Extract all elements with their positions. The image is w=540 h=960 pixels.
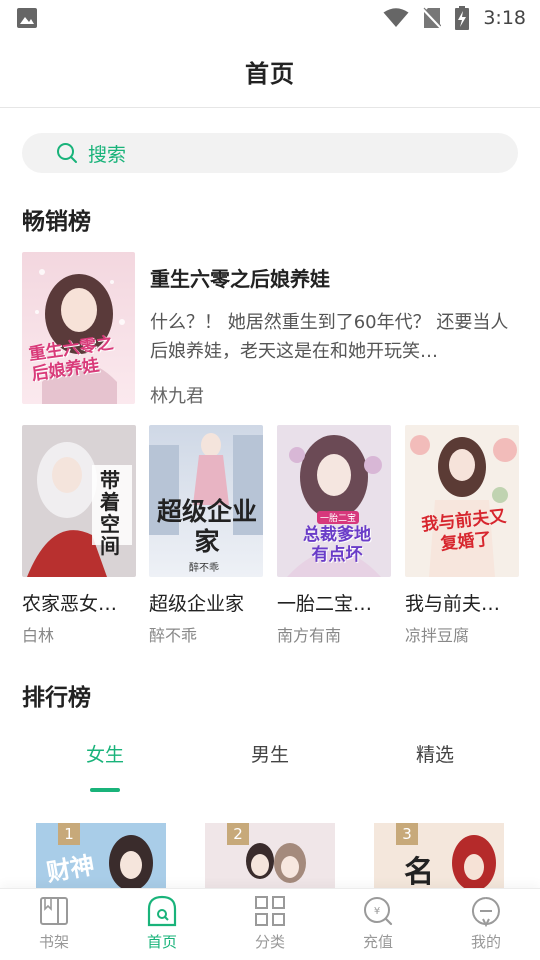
rank-badge: 2 [227, 823, 249, 845]
rank-item[interactable]: 2 [205, 823, 335, 893]
book-name[interactable]: 我与前夫… [405, 589, 523, 616]
status-time: 3:18 [483, 7, 526, 29]
featured-book-author: 林九君 [150, 386, 204, 407]
book-cover-author: 醉不乖 [189, 563, 219, 574]
recharge-icon: ¥ [364, 897, 393, 926]
search-bar[interactable]: 搜索 [22, 133, 518, 173]
no-sim-icon [423, 7, 442, 29]
tab-male[interactable]: 男生 [251, 740, 289, 767]
bestseller-title: 畅销榜 [22, 209, 91, 235]
page-title: 首页 [245, 60, 295, 88]
rank-badge: 3 [396, 823, 418, 845]
book-cover-title: 超级企业家 [157, 497, 258, 556]
profile-icon [471, 897, 500, 927]
book-name[interactable]: 农家恶女… [22, 589, 140, 616]
book-author: 南方有南 [277, 626, 342, 645]
book-cover[interactable]: 带着空间 [22, 425, 136, 577]
book-card[interactable]: 一胎二宝 总裁爹地有点坏 一胎二宝… 南方有南 [277, 425, 391, 646]
battery-charging-icon [455, 6, 470, 30]
book-cover[interactable]: 一胎二宝 总裁爹地有点坏 [277, 425, 391, 577]
nav-label: 我的 [470, 933, 501, 951]
ranking-tabs: 女生 男生 精选 [0, 740, 540, 792]
search-icon [57, 143, 77, 163]
bottom-nav: 书架 首页 分类 ¥ 充值 我的 [0, 888, 540, 960]
svg-text:¥: ¥ [374, 906, 380, 917]
nav-label: 书架 [38, 933, 69, 951]
wifi-icon [383, 8, 409, 27]
nav-home[interactable]: 首页 [122, 895, 202, 957]
ranking-title: 排行榜 [22, 685, 91, 711]
nav-label: 分类 [254, 933, 285, 951]
featured-book-title[interactable]: 重生六零之后娘养娃 [150, 263, 330, 292]
book-cover-title: 带着空间 [100, 468, 120, 558]
nav-category[interactable]: 分类 [230, 895, 310, 957]
nav-profile[interactable]: 我的 [446, 895, 526, 957]
app-header: 首页 [0, 36, 540, 108]
book-author: 凉拌豆腐 [405, 626, 470, 645]
rank-cover-title: 名 [404, 855, 434, 890]
nav-recharge[interactable]: ¥ 充值 [338, 895, 418, 957]
rank-badge: 1 [58, 823, 80, 845]
book-name[interactable]: 超级企业家 [149, 589, 267, 616]
book-cover[interactable]: 我与前夫又复婚了 [405, 425, 519, 577]
book-card[interactable]: 我与前夫又复婚了 我与前夫… 凉拌豆腐 [405, 425, 519, 646]
tab-female[interactable]: 女生 [86, 740, 124, 767]
rank-item[interactable]: 名 3 [374, 823, 504, 893]
book-cover-subtitle: 一胎二宝 [317, 511, 360, 524]
featured-book[interactable]: 重生六零之后娘养娃 重生六零之后娘养娃 什么？！ 她居然重生到了60年代？ 还要… [22, 252, 522, 407]
book-cover-title: 总裁爹地有点坏 [303, 525, 371, 565]
featured-book-cover[interactable]: 重生六零之后娘养娃 [22, 252, 135, 404]
book-icon [40, 897, 68, 925]
book-cover[interactable]: 超级企业家 醉不乖 [149, 425, 263, 577]
search-input[interactable]: 搜索 [88, 140, 126, 167]
nav-bookshelf[interactable]: 书架 [14, 895, 94, 957]
active-tab-indicator [90, 788, 120, 792]
book-card[interactable]: 带着空间 农家恶女… 白林 [22, 425, 136, 646]
home-icon [147, 895, 177, 927]
book-name[interactable]: 一胎二宝… [277, 589, 395, 616]
gallery-notification-icon [17, 8, 37, 28]
book-author: 白林 [22, 626, 55, 645]
featured-book-description: 什么？！ 她居然重生到了60年代？ 还要当人后娘养娃，老天这是在和她开玩笑… [150, 312, 509, 362]
book-card[interactable]: 超级企业家 醉不乖 超级企业家 醉不乖 [149, 425, 263, 646]
nav-label: 充值 [362, 933, 393, 951]
rank-item[interactable]: 财神 1 [36, 823, 166, 893]
nav-label: 首页 [146, 933, 177, 951]
bestseller-grid: 带着空间 农家恶女… 白林 超级企业家 醉不乖 超级企业家 醉不乖 一胎二宝 总… [22, 425, 522, 645]
grid-icon [255, 896, 285, 926]
status-bar: 3:18 [0, 0, 540, 36]
book-author: 醉不乖 [149, 626, 198, 645]
tab-featured[interactable]: 精选 [416, 740, 454, 767]
